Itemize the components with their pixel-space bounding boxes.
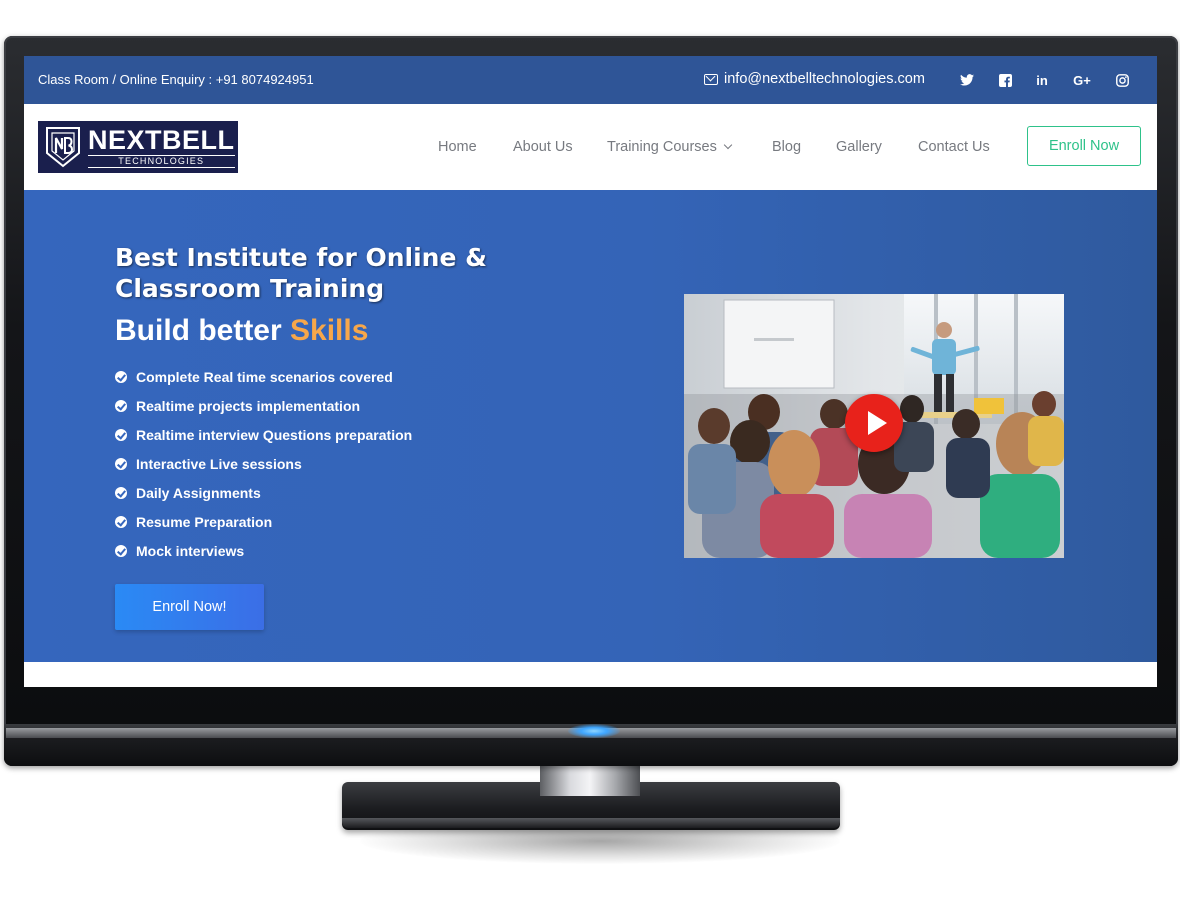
feature-text: Interactive Live sessions <box>136 455 302 472</box>
hero-section: Best Institute for Online & Classroom Tr… <box>24 190 1157 662</box>
nav-blog[interactable]: Blog <box>772 139 801 155</box>
brand-subtitle: TECHNOLOGIES <box>88 155 235 168</box>
email-link[interactable]: info@nextbelltechnologies.com <box>704 71 925 87</box>
enquiry-text: Class Room / Online Enquiry : +91 807492… <box>38 72 314 87</box>
check-circle-icon <box>115 399 127 412</box>
feature-text: Realtime projects implementation <box>136 397 361 414</box>
brand-logo[interactable]: NEXTBELL TECHNOLOGIES <box>38 121 238 173</box>
stage: Class Room / Online Enquiry : +91 807492… <box>0 0 1180 900</box>
nav-home[interactable]: Home <box>438 139 477 155</box>
feature-text: Mock interviews <box>136 542 245 559</box>
video-thumbnail[interactable] <box>684 294 1064 558</box>
twitter-icon[interactable] <box>960 70 974 90</box>
brand-name: NEXTBELL <box>88 125 235 155</box>
feature-list: Complete Real time scenarios covered Rea… <box>115 362 412 565</box>
instagram-icon[interactable] <box>1115 70 1129 90</box>
brand-text: NEXTBELL TECHNOLOGIES <box>88 126 235 168</box>
nav-training-courses-label: Training Courses <box>607 139 717 155</box>
check-circle-icon <box>115 428 127 441</box>
enroll-now-button[interactable]: Enroll Now <box>1027 126 1141 166</box>
feature-text: Daily Assignments <box>136 484 261 501</box>
monitor-base-edge <box>342 818 840 828</box>
chevron-down-icon <box>723 140 733 150</box>
content-below-hero <box>24 662 1157 687</box>
hero-heading-line-2: Classroom Training <box>115 274 385 303</box>
monitor-neck <box>540 766 640 796</box>
nav-about-us[interactable]: About Us <box>513 139 573 155</box>
feature-text: Resume Preparation <box>136 513 273 530</box>
play-button-icon[interactable] <box>845 394 903 452</box>
enroll-now-hero-button[interactable]: Enroll Now! <box>115 584 264 630</box>
feature-item: Realtime interview Questions preparation <box>115 420 412 449</box>
feature-item: Complete Real time scenarios covered <box>115 362 412 391</box>
hero-heading: Best Institute for Online & Classroom Tr… <box>115 242 535 304</box>
feature-item: Daily Assignments <box>115 478 412 507</box>
hero-heading-line-1: Best Institute for Online & <box>115 243 487 272</box>
feature-item: Resume Preparation <box>115 507 412 536</box>
google-plus-icon[interactable]: G+ <box>1071 70 1093 90</box>
tagline-accent: Skills <box>290 314 369 347</box>
check-circle-icon <box>115 486 127 499</box>
feature-item: Interactive Live sessions <box>115 449 412 478</box>
top-bar: Class Room / Online Enquiry : +91 807492… <box>24 56 1157 104</box>
feature-text: Realtime interview Questions preparation <box>136 426 413 443</box>
hero-tagline: Build better Skills <box>115 314 368 348</box>
email-text: info@nextbelltechnologies.com <box>724 71 925 87</box>
feature-item: Mock interviews <box>115 536 412 565</box>
check-circle-icon <box>115 457 127 470</box>
shield-logo-icon <box>44 125 82 169</box>
linkedin-icon[interactable]: in <box>1034 70 1050 90</box>
check-circle-icon <box>115 370 127 383</box>
envelope-icon <box>704 73 718 85</box>
nav-training-courses[interactable]: Training Courses <box>607 139 733 155</box>
check-circle-icon <box>115 544 127 557</box>
check-circle-icon <box>115 515 127 528</box>
nav-contact-us[interactable]: Contact Us <box>918 139 990 155</box>
navbar: NEXTBELL TECHNOLOGIES Home About Us Trai… <box>24 104 1157 190</box>
power-led <box>568 724 620 738</box>
screen: Class Room / Online Enquiry : +91 807492… <box>24 56 1157 687</box>
feature-item: Realtime projects implementation <box>115 391 412 420</box>
tagline-prefix: Build better <box>115 314 282 347</box>
feature-text: Complete Real time scenarios covered <box>136 368 393 385</box>
nav-gallery[interactable]: Gallery <box>836 139 882 155</box>
facebook-icon[interactable] <box>998 70 1012 90</box>
